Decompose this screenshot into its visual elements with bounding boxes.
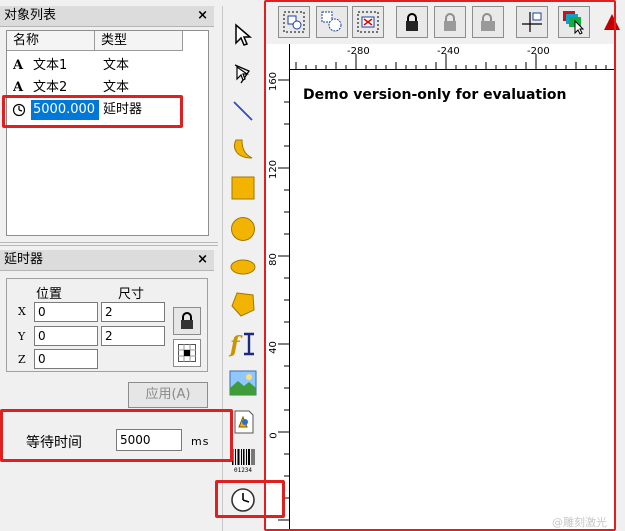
node-edit-icon: [234, 64, 250, 84]
polygon-tool[interactable]: [226, 287, 260, 321]
position-y-input[interactable]: 0: [34, 326, 98, 346]
list-item-type: 文本: [103, 58, 130, 73]
lock-aspect-button[interactable]: [173, 307, 201, 335]
timer-property-panel: 延时器 × 位置 尺寸 X Y Z 0 0 0 2 2 应用(A) 等待时间 5…: [0, 250, 214, 531]
column-header-name[interactable]: 名称: [7, 31, 95, 51]
node-edit-tool[interactable]: [226, 56, 260, 90]
line-icon: [233, 101, 253, 121]
lock-icon: [181, 312, 193, 329]
circle-tool[interactable]: [226, 212, 260, 246]
object-list: 名称 类型 A 文本1 文本 A 文本2 文本 5000.000 延时器: [6, 30, 209, 236]
apply-button[interactable]: 应用(A): [128, 382, 208, 408]
anchor-grid-icon: [178, 344, 196, 362]
highlight-selected-timer-object: [2, 95, 183, 128]
position-label: 位置: [36, 287, 63, 302]
x-axis-label: X: [18, 305, 26, 318]
arrow-cursor-icon: [235, 23, 253, 46]
text-tool[interactable]: f: [226, 327, 260, 361]
z-axis-label: Z: [18, 353, 26, 366]
rectangle-icon: [231, 176, 255, 200]
timer-panel-title: 延时器 ×: [0, 250, 214, 271]
image-icon: [229, 370, 257, 396]
bitmap-tool[interactable]: [226, 366, 260, 400]
anchor-grid-button[interactable]: [173, 339, 201, 367]
svg-text:01234: 01234: [234, 467, 252, 473]
text-tool-icon: f: [228, 332, 254, 358]
ellipse-icon: [230, 259, 256, 275]
panel-splitter[interactable]: [0, 242, 218, 246]
highlight-wait-time: [0, 409, 233, 462]
text-object-icon: A: [13, 58, 24, 73]
polygon-icon: [231, 292, 255, 317]
size-label: 尺寸: [118, 287, 145, 302]
ellipse-tool[interactable]: [226, 250, 260, 284]
curve-icon: [234, 139, 253, 159]
barcode-icon: 01234: [232, 449, 255, 473]
circle-icon: [231, 217, 255, 241]
highlight-canvas: [264, 0, 616, 531]
line-tool[interactable]: [226, 94, 260, 128]
object-list-close-icon[interactable]: ×: [197, 6, 208, 26]
timer-panel-close-icon[interactable]: ×: [197, 250, 208, 270]
object-list-title: 对象列表 ×: [0, 6, 214, 27]
list-item-name: 文本1: [33, 58, 68, 73]
list-item-text1[interactable]: A 文本1 文本: [7, 55, 207, 77]
position-x-input[interactable]: 0: [34, 302, 98, 322]
column-header-type[interactable]: 类型: [95, 31, 183, 51]
vector-file-icon: [234, 410, 254, 434]
size-height-input[interactable]: 2: [101, 326, 165, 346]
object-list-title-text: 对象列表: [4, 8, 57, 23]
timer-panel-title-text: 延时器: [4, 252, 44, 267]
position-z-input[interactable]: 0: [34, 349, 98, 369]
rectangle-tool[interactable]: [226, 171, 260, 205]
size-width-input[interactable]: 2: [101, 302, 165, 322]
curve-tool[interactable]: [226, 132, 260, 166]
svg-text:f: f: [228, 332, 243, 358]
y-axis-label: Y: [18, 330, 26, 343]
select-tool[interactable]: [226, 18, 260, 52]
